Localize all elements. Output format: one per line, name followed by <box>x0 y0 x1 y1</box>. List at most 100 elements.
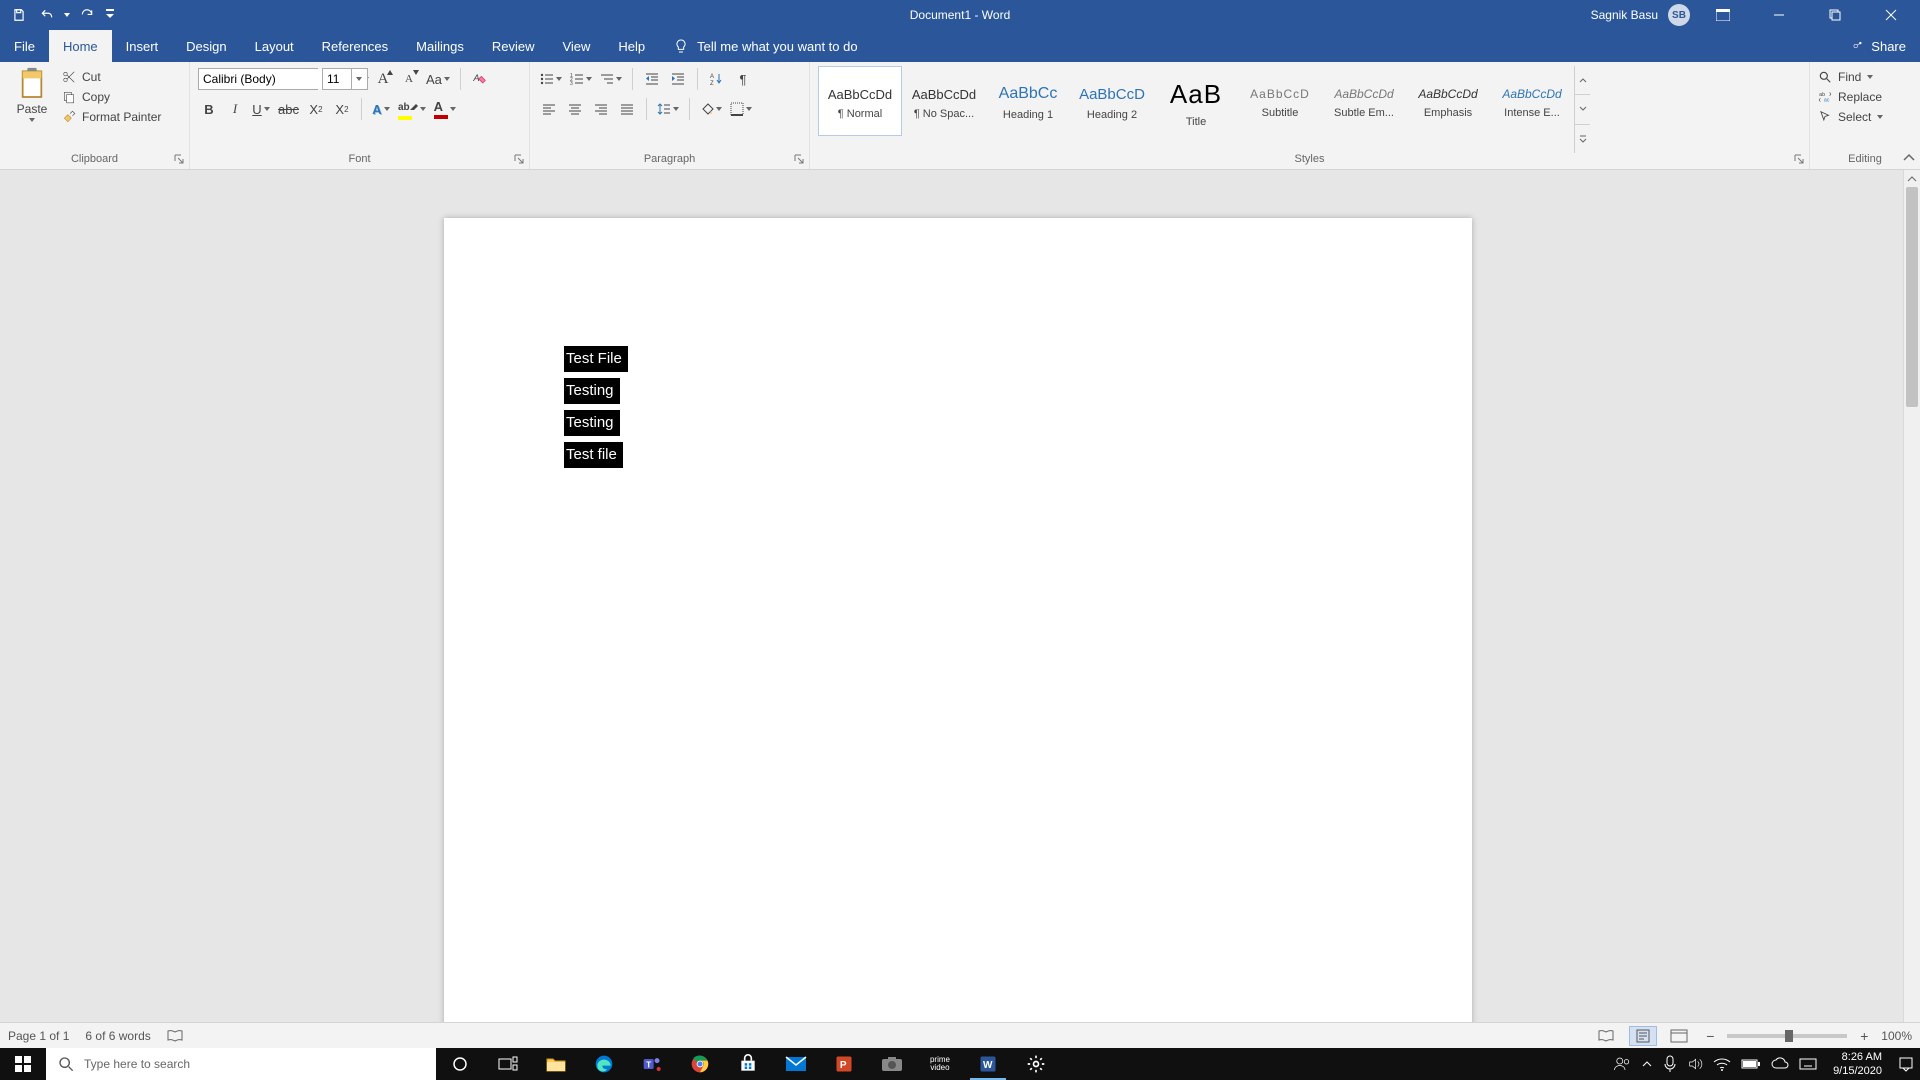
minimize-button[interactable] <box>1756 0 1802 30</box>
bold-button[interactable]: B <box>198 98 220 120</box>
paste-dropdown[interactable] <box>29 118 35 122</box>
align-left-button[interactable] <box>538 98 560 120</box>
tab-design[interactable]: Design <box>172 30 240 62</box>
highlight-button[interactable]: ab <box>396 98 428 120</box>
collapse-ribbon-button[interactable] <box>1902 151 1916 165</box>
read-mode-button[interactable] <box>1593 1026 1621 1046</box>
gallery-more[interactable] <box>1575 125 1590 153</box>
tab-layout[interactable]: Layout <box>241 30 308 62</box>
strikethrough-button[interactable]: abc <box>276 98 301 120</box>
decrease-indent-button[interactable] <box>641 68 663 90</box>
style-title[interactable]: AaBTitle <box>1154 66 1238 136</box>
teams-taskbar[interactable]: T <box>628 1048 676 1080</box>
ribbon-display-options[interactable] <box>1700 0 1746 30</box>
subscript-button[interactable]: X2 <box>305 98 327 120</box>
qat-save[interactable] <box>8 4 30 26</box>
line-spacing-button[interactable] <box>655 98 681 120</box>
superscript-button[interactable]: X2 <box>331 98 353 120</box>
onedrive-icon[interactable] <box>1771 1057 1789 1071</box>
align-center-button[interactable] <box>564 98 586 120</box>
change-case-button[interactable]: Aa <box>424 68 452 90</box>
font-dialog-launcher[interactable] <box>513 153 527 167</box>
style-heading-1[interactable]: AaBbCcHeading 1 <box>986 66 1070 136</box>
page-content[interactable]: Test FileTestingTestingTest file <box>444 218 1472 602</box>
zoom-in-button[interactable]: + <box>1855 1028 1873 1044</box>
font-size-combo[interactable] <box>322 68 368 90</box>
increase-indent-button[interactable] <box>667 68 689 90</box>
document-line[interactable]: Testing <box>564 410 1352 442</box>
tab-home[interactable]: Home <box>49 30 112 62</box>
keyboard-icon[interactable] <box>1799 1058 1817 1070</box>
text-effects-button[interactable]: A <box>370 98 392 120</box>
word-taskbar[interactable]: W <box>964 1048 1012 1080</box>
style-subtle-em-[interactable]: AaBbCcDdSubtle Em... <box>1322 66 1406 136</box>
align-right-button[interactable] <box>590 98 612 120</box>
italic-button[interactable]: I <box>224 98 246 120</box>
tab-file[interactable]: File <box>0 30 49 62</box>
style-heading-2[interactable]: AaBbCcDHeading 2 <box>1070 66 1154 136</box>
start-button[interactable] <box>0 1048 46 1080</box>
paragraph-dialog-launcher[interactable] <box>793 153 807 167</box>
tab-help[interactable]: Help <box>604 30 659 62</box>
copy-button[interactable]: Copy <box>62 90 161 104</box>
page[interactable]: Test FileTestingTestingTest file <box>444 218 1472 1048</box>
scroll-thumb[interactable] <box>1906 187 1918 407</box>
qat-redo[interactable] <box>76 4 98 26</box>
cortana-button[interactable] <box>436 1048 484 1080</box>
microphone-icon[interactable] <box>1663 1055 1677 1073</box>
edge-taskbar[interactable] <box>580 1048 628 1080</box>
store-taskbar[interactable] <box>724 1048 772 1080</box>
document-area[interactable]: Test FileTestingTestingTest file <box>0 170 1920 1048</box>
style-intense-e-[interactable]: AaBbCcDdIntense E... <box>1490 66 1574 136</box>
shading-button[interactable] <box>698 98 724 120</box>
shrink-font-button[interactable]: A <box>398 68 420 90</box>
format-painter-button[interactable]: Format Painter <box>62 110 161 124</box>
font-name-combo[interactable] <box>198 68 318 90</box>
print-layout-button[interactable] <box>1629 1026 1657 1046</box>
styles-dialog-launcher[interactable] <box>1793 153 1807 167</box>
notifications-icon[interactable] <box>1898 1056 1914 1072</box>
show-paragraph-marks-button[interactable]: ¶ <box>732 68 754 90</box>
tab-mailings[interactable]: Mailings <box>402 30 478 62</box>
qat-customize[interactable] <box>104 4 116 26</box>
style-emphasis[interactable]: AaBbCcDdEmphasis <box>1406 66 1490 136</box>
volume-icon[interactable] <box>1687 1056 1703 1072</box>
avatar[interactable]: SB <box>1668 4 1690 26</box>
gallery-down[interactable] <box>1575 95 1590 124</box>
vertical-scrollbar[interactable] <box>1903 170 1920 1048</box>
document-line[interactable]: Test File <box>564 346 1352 378</box>
taskbar-search[interactable]: Type here to search <box>46 1048 436 1080</box>
document-line[interactable]: Test file <box>564 442 1352 474</box>
find-button[interactable]: Find <box>1818 70 1883 84</box>
tab-insert[interactable]: Insert <box>112 30 173 62</box>
status-page[interactable]: Page 1 of 1 <box>8 1029 69 1043</box>
chrome-taskbar[interactable] <box>676 1048 724 1080</box>
justify-button[interactable] <box>616 98 638 120</box>
sort-button[interactable]: AZ <box>706 68 728 90</box>
scroll-up-button[interactable] <box>1904 170 1920 187</box>
gallery-up[interactable] <box>1575 66 1590 95</box>
status-words[interactable]: 6 of 6 words <box>85 1029 150 1043</box>
grow-font-button[interactable]: A <box>372 68 394 90</box>
replace-button[interactable]: abacReplace <box>1818 90 1883 104</box>
qat-undo[interactable] <box>36 4 58 26</box>
maximize-button[interactable] <box>1812 0 1858 30</box>
style--no-spac-[interactable]: AaBbCcDd¶ No Spac... <box>902 66 986 136</box>
prime-video-taskbar[interactable]: primevideo <box>916 1048 964 1080</box>
tab-review[interactable]: Review <box>478 30 549 62</box>
people-icon[interactable] <box>1613 1055 1631 1073</box>
spellcheck-button[interactable] <box>167 1029 185 1043</box>
camera-taskbar[interactable] <box>868 1048 916 1080</box>
style--normal[interactable]: AaBbCcDd¶ Normal <box>818 66 902 136</box>
select-button[interactable]: Select <box>1818 110 1883 124</box>
tell-me[interactable]: Tell me what you want to do <box>659 30 857 62</box>
borders-button[interactable] <box>728 98 754 120</box>
share-button[interactable]: Share <box>1837 30 1920 62</box>
powerpoint-taskbar[interactable]: P <box>820 1048 868 1080</box>
battery-icon[interactable] <box>1741 1058 1761 1070</box>
clipboard-dialog-launcher[interactable] <box>173 153 187 167</box>
tab-view[interactable]: View <box>548 30 604 62</box>
mail-taskbar[interactable] <box>772 1048 820 1080</box>
font-color-button[interactable]: A <box>432 98 458 120</box>
wifi-icon[interactable] <box>1713 1057 1731 1071</box>
